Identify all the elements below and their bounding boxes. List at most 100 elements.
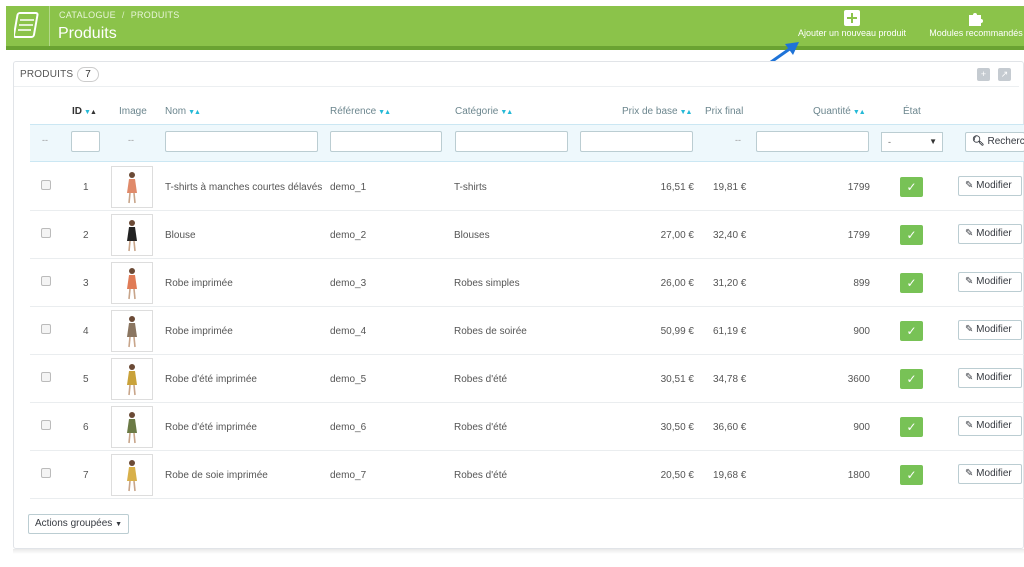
sort-arrows-icon[interactable]: ▼▲ bbox=[853, 109, 866, 116]
search-button[interactable]: 🔍︎ Rechercher bbox=[965, 132, 1024, 152]
row-name[interactable]: T-shirts à manches courtes délavés bbox=[165, 182, 322, 193]
edit-button[interactable]: ✎ Modifier bbox=[958, 176, 1022, 196]
row-category: Robes d'été bbox=[454, 374, 508, 385]
row-base-price: 30,50 € bbox=[660, 422, 694, 433]
recommended-modules-button[interactable]: Modules recommandés bbox=[922, 10, 1024, 38]
edit-button-label: Modifier bbox=[976, 276, 1012, 287]
edit-button[interactable]: ✎ Modifier bbox=[958, 464, 1022, 484]
table-row[interactable]: 5 Robe d'été imprimée demo_5 Robes d'été 30,… bbox=[30, 355, 1024, 403]
row-name[interactable]: Robe imprimée bbox=[165, 326, 233, 337]
edit-button[interactable]: ✎ Modifier bbox=[958, 320, 1022, 340]
status-enabled-toggle[interactable]: ✓ bbox=[900, 225, 923, 245]
status-enabled-toggle[interactable]: ✓ bbox=[900, 321, 923, 341]
bulk-actions-button[interactable]: Actions groupées ▼ bbox=[28, 514, 129, 534]
check-icon: ✓ bbox=[906, 324, 917, 338]
sort-arrows-icon[interactable]: ▼▲ bbox=[680, 109, 693, 116]
product-thumbnail[interactable] bbox=[111, 358, 153, 400]
table-row[interactable]: 4 Robe imprimée demo_4 Robes de soirée 50,99… bbox=[30, 307, 1024, 355]
filter-quantity-input[interactable] bbox=[756, 131, 869, 152]
column-header-id[interactable]: ID ▼▲ bbox=[72, 106, 97, 117]
filter-category-input[interactable] bbox=[455, 131, 568, 152]
product-thumbnail[interactable] bbox=[111, 214, 153, 256]
column-header-base-price[interactable]: Prix de base ▼▲ bbox=[622, 106, 693, 117]
edit-button[interactable]: ✎ Modifier bbox=[958, 224, 1022, 244]
breadcrumb-products[interactable]: PRODUITS bbox=[131, 10, 180, 20]
product-thumbnail[interactable] bbox=[111, 262, 153, 304]
row-checkbox[interactable] bbox=[41, 180, 51, 190]
sort-arrows-icon[interactable]: ▼▲ bbox=[84, 109, 97, 116]
row-checkbox[interactable] bbox=[41, 228, 51, 238]
sort-arrows-icon[interactable]: ▼▲ bbox=[500, 109, 513, 116]
column-header-category[interactable]: Catégorie ▼▲ bbox=[455, 106, 513, 117]
row-id: 4 bbox=[83, 326, 89, 337]
row-checkbox[interactable] bbox=[41, 324, 51, 334]
filter-name-input[interactable] bbox=[165, 131, 318, 152]
sort-arrows-icon[interactable]: ▼▲ bbox=[188, 109, 201, 116]
status-enabled-toggle[interactable]: ✓ bbox=[900, 417, 923, 437]
row-reference: demo_2 bbox=[330, 230, 367, 241]
filter-status-select[interactable]: - ▼ bbox=[881, 132, 943, 152]
search-icon: 🔍︎ bbox=[972, 136, 985, 147]
filter-base-price-input[interactable] bbox=[580, 131, 693, 152]
table-row[interactable]: 3 Robe imprimée demo_3 Robes simples 26,00 €… bbox=[30, 259, 1024, 307]
column-header-quantity[interactable]: Quantité ▼▲ bbox=[813, 106, 866, 117]
add-product-button[interactable]: Ajouter un nouveau produit bbox=[790, 10, 914, 38]
export-icon[interactable]: ↗ bbox=[998, 68, 1011, 81]
column-header-name[interactable]: Nom ▼▲ bbox=[165, 106, 201, 117]
row-name[interactable]: Robe de soie imprimée bbox=[165, 470, 268, 481]
row-name[interactable]: Robe d'été imprimée bbox=[165, 374, 257, 385]
header-border bbox=[6, 46, 1024, 50]
add-sql-query-icon[interactable]: + bbox=[977, 68, 990, 81]
table-row[interactable]: 2 Blouse demo_2 Blouses 27,00 € 32,40 € 1799 ✓ ✎… bbox=[30, 211, 1024, 259]
row-base-price: 27,00 € bbox=[660, 230, 694, 241]
check-icon: ✓ bbox=[906, 372, 917, 386]
status-enabled-toggle[interactable]: ✓ bbox=[900, 273, 923, 293]
row-category: Robes simples bbox=[454, 278, 520, 289]
row-name[interactable]: Robe imprimée bbox=[165, 278, 233, 289]
row-reference: demo_4 bbox=[330, 326, 367, 337]
product-thumbnail[interactable] bbox=[111, 454, 153, 496]
product-model-icon bbox=[127, 316, 137, 348]
caret-down-icon: ▼ bbox=[115, 521, 122, 528]
filter-id-input[interactable] bbox=[71, 131, 100, 152]
row-checkbox[interactable] bbox=[41, 276, 51, 286]
row-reference: demo_7 bbox=[330, 470, 367, 481]
table-row[interactable]: 6 Robe d'été imprimée demo_6 Robes d'été 30,… bbox=[30, 403, 1024, 451]
pencil-icon: ✎ bbox=[965, 180, 974, 191]
product-thumbnail[interactable] bbox=[111, 310, 153, 352]
edit-button-label: Modifier bbox=[976, 324, 1012, 335]
row-category: Robes d'été bbox=[454, 470, 508, 481]
edit-button-label: Modifier bbox=[976, 180, 1012, 191]
product-thumbnail[interactable] bbox=[111, 166, 153, 208]
edit-button[interactable]: ✎ Modifier bbox=[958, 416, 1022, 436]
row-quantity: 899 bbox=[853, 278, 870, 289]
plus-square-icon bbox=[844, 10, 860, 26]
row-checkbox[interactable] bbox=[41, 468, 51, 478]
row-id: 3 bbox=[83, 278, 89, 289]
breadcrumb-catalogue[interactable]: CATALOGUE bbox=[59, 10, 116, 20]
row-base-price: 50,99 € bbox=[660, 326, 694, 337]
column-quantity-label: Quantité bbox=[813, 106, 851, 117]
row-quantity: 1800 bbox=[847, 470, 870, 481]
catalog-book-icon bbox=[14, 12, 39, 38]
product-model-icon bbox=[127, 412, 137, 444]
table-row[interactable]: 7 Robe de soie imprimée demo_7 Robes d'été 2… bbox=[30, 451, 1024, 499]
check-icon: ✓ bbox=[906, 228, 917, 242]
status-enabled-toggle[interactable]: ✓ bbox=[900, 465, 923, 485]
sort-arrows-icon[interactable]: ▼▲ bbox=[378, 109, 391, 116]
edit-button[interactable]: ✎ Modifier bbox=[958, 368, 1022, 388]
column-header-reference[interactable]: Référence ▼▲ bbox=[330, 106, 391, 117]
row-id: 2 bbox=[83, 230, 89, 241]
row-checkbox[interactable] bbox=[41, 372, 51, 382]
status-enabled-toggle[interactable]: ✓ bbox=[900, 177, 923, 197]
edit-button[interactable]: ✎ Modifier bbox=[958, 272, 1022, 292]
header-divider bbox=[49, 6, 50, 46]
row-name[interactable]: Blouse bbox=[165, 230, 196, 241]
row-checkbox[interactable] bbox=[41, 420, 51, 430]
filter-reference-input[interactable] bbox=[330, 131, 442, 152]
row-name[interactable]: Robe d'été imprimée bbox=[165, 422, 257, 433]
product-thumbnail[interactable] bbox=[111, 406, 153, 448]
table-row[interactable]: 1 T-shirts à manches courtes délavés demo_… bbox=[30, 163, 1024, 211]
status-enabled-toggle[interactable]: ✓ bbox=[900, 369, 923, 389]
row-quantity: 3600 bbox=[847, 374, 870, 385]
